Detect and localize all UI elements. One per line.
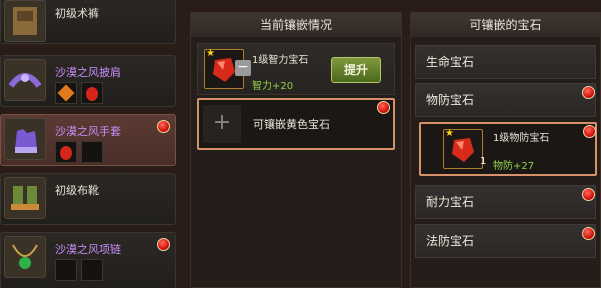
gloves-icon xyxy=(4,118,46,160)
gem-stat: 智力+20 xyxy=(252,81,294,92)
empty-socket-card[interactable]: + 可镶嵌黄色宝石 xyxy=(197,98,395,150)
empty-socket-label: 可镶嵌黄色宝石 xyxy=(253,118,330,131)
equip-item-gloves[interactable]: 沙漠之风手套 xyxy=(0,114,176,166)
star-icon: ★ xyxy=(206,48,215,59)
star-icon: ★ xyxy=(445,128,454,139)
pants-icon xyxy=(4,0,46,42)
equip-item-shoulder[interactable]: 沙漠之风披肩 xyxy=(0,55,176,107)
panel-title: 当前镶嵌情况 xyxy=(191,13,401,37)
gem-slot-empty[interactable] xyxy=(81,141,103,163)
gem-name: 1级物防宝石 xyxy=(493,133,550,144)
equip-item-pants[interactable]: 初级术裤 xyxy=(0,0,176,44)
equip-item-boots[interactable]: 初级布靴 xyxy=(0,173,176,225)
category-stamina-gem[interactable]: 耐力宝石 xyxy=(415,185,596,219)
category-label: 法防宝石 xyxy=(426,234,475,248)
shoulder-icon xyxy=(4,59,46,101)
alert-dot-icon xyxy=(582,86,595,99)
necklace-icon xyxy=(4,236,46,278)
available-gems-panel: 可镶嵌的宝石 生命宝石 物防宝石 ★ 1 1级物防宝石 物防+27 耐力宝石 法… xyxy=(410,12,601,288)
alert-dot-icon xyxy=(377,101,390,114)
gem-count: 1 xyxy=(480,156,487,167)
panel-title: 可镶嵌的宝石 xyxy=(411,13,600,37)
socketed-gem-card: ★ − 1级智力宝石 智力+20 提升 xyxy=(197,43,395,95)
category-pdef-gem[interactable]: 物防宝石 xyxy=(415,83,596,117)
red-gem-icon[interactable]: ★ − xyxy=(204,48,251,89)
gem-item-pdef-1[interactable]: ★ 1 1级物防宝石 物防+27 xyxy=(419,122,597,176)
boots-icon xyxy=(4,177,46,219)
equip-name: 沙漠之风披肩 xyxy=(55,66,121,79)
equip-name: 沙漠之风项链 xyxy=(55,243,121,256)
category-label: 耐力宝石 xyxy=(426,195,475,209)
alert-dot-icon xyxy=(583,125,596,138)
category-mdef-gem[interactable]: 法防宝石 xyxy=(415,224,596,258)
gem-name: 1级智力宝石 xyxy=(252,55,309,66)
gem-stat: 物防+27 xyxy=(493,161,535,172)
category-label: 生命宝石 xyxy=(426,55,475,69)
gem-slot-red[interactable] xyxy=(81,82,103,104)
alert-dot-icon xyxy=(582,227,595,240)
alert-dot-icon xyxy=(157,238,170,251)
gem-slot-empty[interactable] xyxy=(81,259,103,281)
equip-name: 沙漠之风手套 xyxy=(55,125,121,138)
alert-dot-icon xyxy=(157,120,170,133)
remove-gem-button[interactable]: − xyxy=(235,60,251,76)
plus-icon: + xyxy=(203,105,241,143)
red-gem-icon: ★ 1 xyxy=(443,128,487,169)
current-inlay-panel: 当前镶嵌情况 ★ − 1级智力宝石 智力+20 提升 + 可镶嵌黄色宝石 xyxy=(190,12,402,288)
gem-slot-red[interactable] xyxy=(55,141,77,163)
upgrade-button[interactable]: 提升 xyxy=(331,57,381,83)
equip-item-necklace[interactable]: 沙漠之风项链 xyxy=(0,232,176,288)
gem-slot-orange[interactable] xyxy=(55,82,77,104)
category-label: 物防宝石 xyxy=(426,93,475,107)
equip-name: 初级术裤 xyxy=(55,7,99,20)
category-life-gem[interactable]: 生命宝石 xyxy=(415,45,596,79)
equipment-list: 初级术裤 沙漠之风披肩 沙漠之风手套 初级布靴 沙漠之风项链 xyxy=(0,0,176,288)
alert-dot-icon xyxy=(582,188,595,201)
gem-slot-empty[interactable] xyxy=(55,259,77,281)
equip-name: 初级布靴 xyxy=(55,184,99,197)
